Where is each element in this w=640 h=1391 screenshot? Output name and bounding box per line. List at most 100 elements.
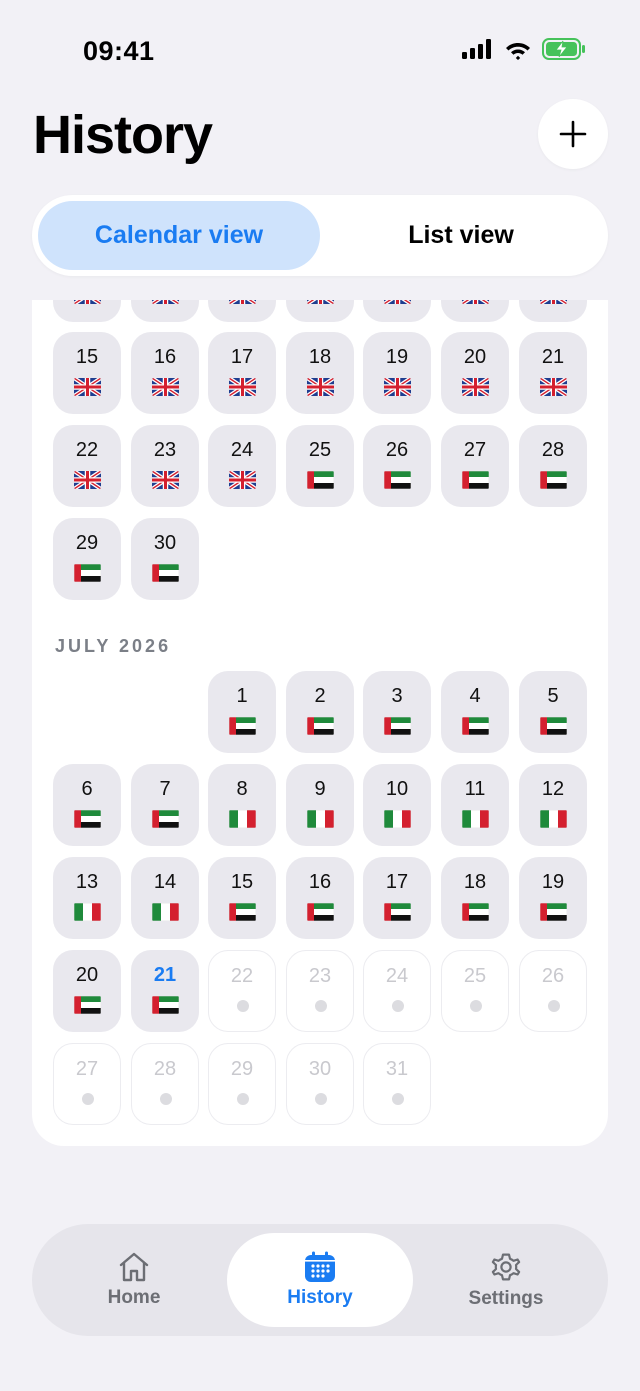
uae-flag-icon	[462, 717, 489, 735]
day-number: 24	[385, 965, 409, 987]
uk-flag-icon	[152, 378, 179, 396]
empty-day-dot	[548, 1000, 560, 1012]
day-number: 13	[75, 871, 99, 893]
day-number: 20	[463, 346, 487, 368]
calendar-day[interactable]: 4	[441, 671, 509, 753]
calendar-day[interactable]: 15	[208, 857, 276, 939]
calendar-day-today[interactable]: 21	[131, 950, 199, 1032]
calendar-day[interactable]: 24	[208, 425, 276, 507]
day-number: 29	[75, 532, 99, 554]
tab-settings[interactable]: Settings	[413, 1233, 599, 1327]
calendar-day[interactable]: 17	[363, 857, 431, 939]
tab-calendar-view[interactable]: Calendar view	[38, 201, 320, 270]
calendar-day: 30	[286, 1043, 354, 1125]
calendar-day[interactable]: 25	[286, 425, 354, 507]
status-icons	[462, 38, 586, 60]
empty-day-dot	[392, 1000, 404, 1012]
calendar-day[interactable]	[363, 300, 431, 322]
italy-flag-icon	[540, 810, 567, 828]
calendar-day[interactable]: 29	[53, 518, 121, 600]
calendar-day[interactable]: 22	[53, 425, 121, 507]
day-number: 20	[75, 964, 99, 986]
add-button[interactable]	[538, 99, 608, 169]
calendar-day: 31	[363, 1043, 431, 1125]
day-number: 15	[75, 346, 99, 368]
tab-home[interactable]: Home	[41, 1233, 227, 1327]
day-number: 28	[153, 1058, 177, 1080]
day-number: 11	[464, 778, 486, 800]
calendar-day[interactable]	[53, 300, 121, 322]
day-number: 12	[541, 778, 565, 800]
day-number: 4	[469, 685, 481, 707]
calendar-day[interactable]: 19	[519, 857, 587, 939]
calendar-day: 27	[53, 1043, 121, 1125]
uk-flag-icon	[307, 300, 334, 304]
calendar-day[interactable]: 9	[286, 764, 354, 846]
calendar-day[interactable]: 20	[441, 332, 509, 414]
view-switcher: Calendar view List view	[32, 195, 608, 276]
italy-flag-icon	[384, 810, 411, 828]
empty-day-dot	[392, 1093, 404, 1105]
day-number: 29	[230, 1058, 254, 1080]
calendar-day[interactable]: 30	[131, 518, 199, 600]
day-number: 16	[153, 346, 177, 368]
day-number: 16	[308, 871, 332, 893]
uk-flag-icon	[540, 378, 567, 396]
calendar-scroll-area[interactable]: JULY 2026 15 16 17 18 19 20 21 22 23 24 25 26 27 28 29…	[32, 300, 608, 1146]
calendar-day[interactable]	[519, 300, 587, 322]
calendar-day: 23	[286, 950, 354, 1032]
uk-flag-icon	[74, 300, 101, 304]
calendar-day[interactable]: 26	[363, 425, 431, 507]
calendar-day[interactable]: 2	[286, 671, 354, 753]
tab-history[interactable]: History	[227, 1233, 413, 1327]
calendar-day[interactable]: 6	[53, 764, 121, 846]
day-number: 2	[314, 685, 326, 707]
cellular-signal-icon	[462, 39, 491, 59]
day-number: 7	[159, 778, 171, 800]
calendar-day[interactable]: 17	[208, 332, 276, 414]
calendar-day[interactable]: 10	[363, 764, 431, 846]
calendar-day[interactable]: 28	[519, 425, 587, 507]
calendar-day[interactable]: 23	[131, 425, 199, 507]
calendar-day[interactable]: 14	[131, 857, 199, 939]
calendar-day[interactable]	[286, 300, 354, 322]
calendar-day[interactable]: 7	[131, 764, 199, 846]
calendar-day[interactable]: 13	[53, 857, 121, 939]
calendar-day[interactable]: 8	[208, 764, 276, 846]
calendar-day[interactable]: 5	[519, 671, 587, 753]
calendar-day[interactable]: 12	[519, 764, 587, 846]
calendar-day[interactable]: 19	[363, 332, 431, 414]
calendar-icon	[305, 1251, 335, 1282]
day-number: 22	[75, 439, 99, 461]
uae-flag-icon	[307, 471, 334, 489]
day-number: 24	[230, 439, 254, 461]
uae-flag-icon	[540, 903, 567, 921]
uk-flag-icon	[229, 471, 256, 489]
calendar-day[interactable]: 1	[208, 671, 276, 753]
day-number: 22	[230, 965, 254, 987]
tab-list-view[interactable]: List view	[320, 201, 602, 270]
calendar-day[interactable]: 16	[286, 857, 354, 939]
calendar-day[interactable]	[131, 300, 199, 322]
uae-flag-icon	[152, 996, 179, 1014]
calendar-day[interactable]: 15	[53, 332, 121, 414]
day-number: 1	[236, 685, 248, 707]
uae-flag-icon	[462, 903, 489, 921]
calendar-day[interactable]: 20	[53, 950, 121, 1032]
calendar-day[interactable]: 11	[441, 764, 509, 846]
calendar-day[interactable]: 27	[441, 425, 509, 507]
italy-flag-icon	[307, 810, 334, 828]
calendar-day[interactable]: 18	[441, 857, 509, 939]
tab-history-label: History	[287, 1287, 353, 1308]
calendar-day[interactable]	[208, 300, 276, 322]
uk-flag-icon	[462, 378, 489, 396]
day-number: 18	[308, 346, 332, 368]
calendar-day[interactable]: 3	[363, 671, 431, 753]
calendar-day[interactable]	[441, 300, 509, 322]
tab-bar: Home History Settings	[32, 1224, 608, 1336]
empty-day-dot	[237, 1000, 249, 1012]
calendar-day[interactable]: 18	[286, 332, 354, 414]
calendar-day[interactable]: 21	[519, 332, 587, 414]
empty-day-dot	[315, 1093, 327, 1105]
calendar-day[interactable]: 16	[131, 332, 199, 414]
